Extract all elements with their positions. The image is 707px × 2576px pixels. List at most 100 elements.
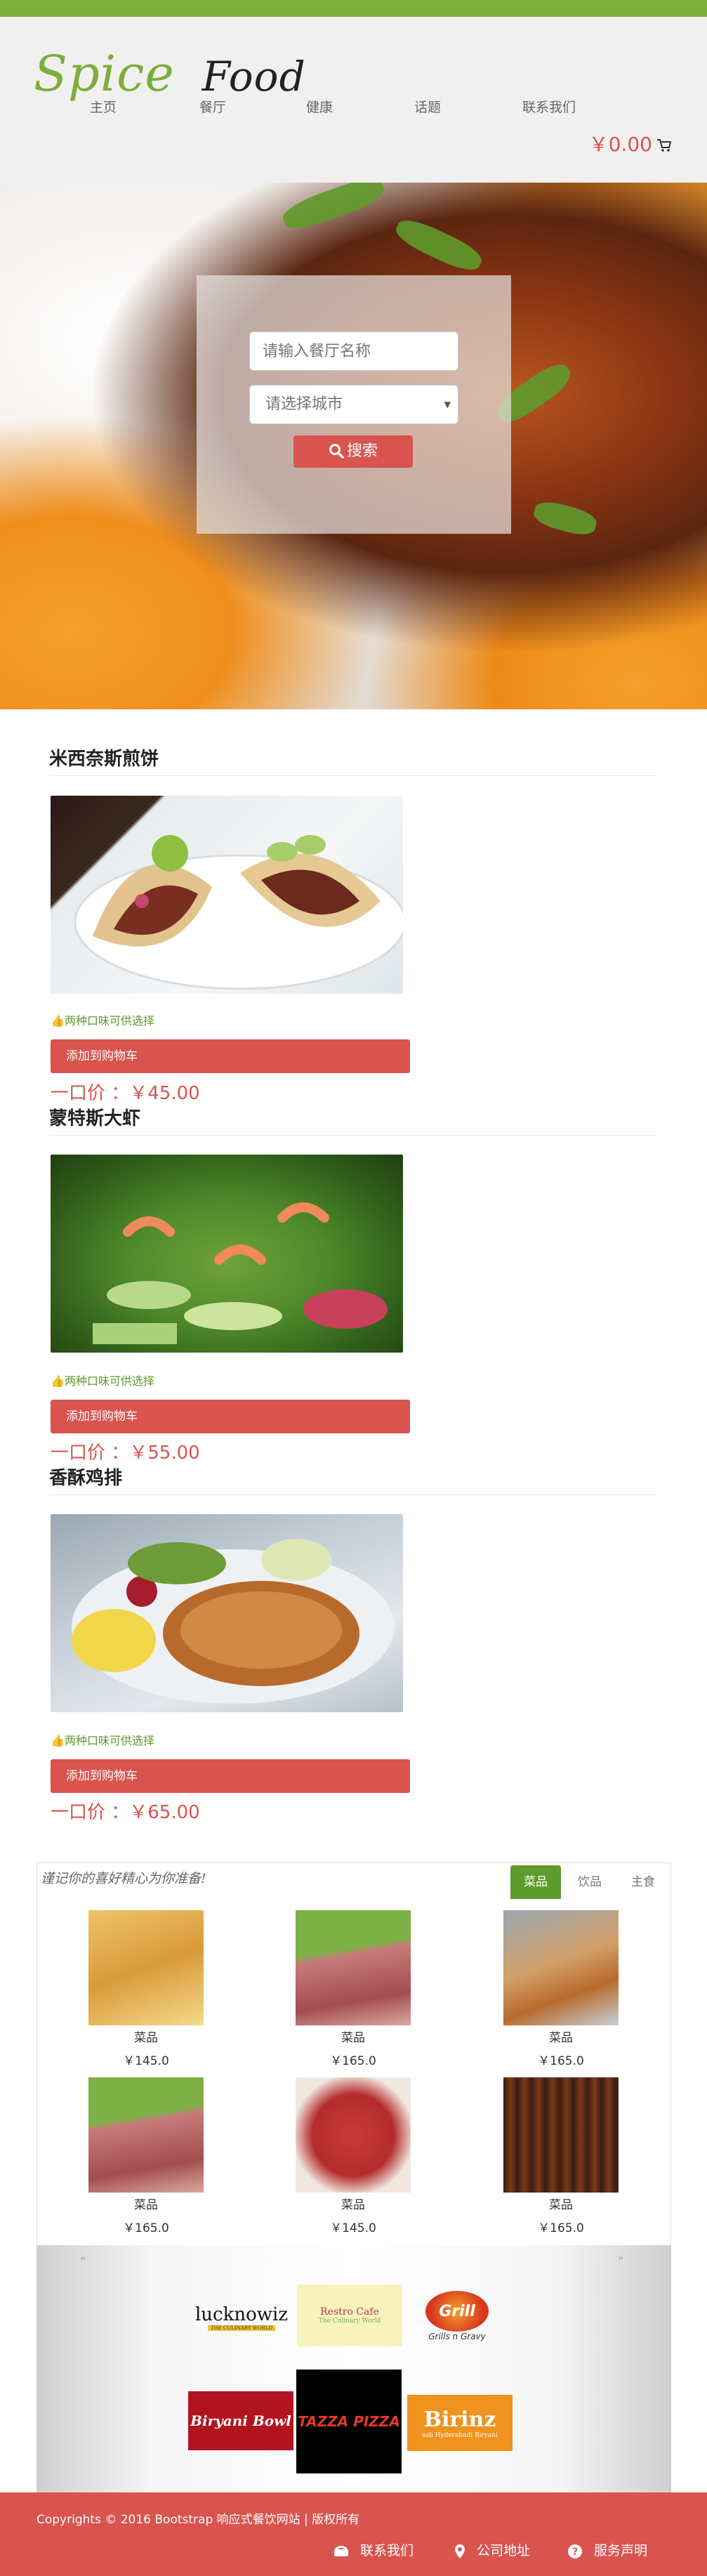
cart-summary[interactable]: ￥0.00 (589, 129, 672, 157)
logo-word-spice: Spice (34, 45, 175, 103)
tacos-illustration (74, 835, 403, 990)
menu-item-name: 菜品 (549, 2198, 573, 2212)
dish-image-chicken (51, 1514, 403, 1712)
dish-title: 蒙特斯大虾 (49, 1108, 141, 1129)
location-pin-icon (455, 2544, 465, 2558)
partner-logo-lucknowiz[interactable]: lucknowiz THE CULINARY WORLD (188, 2296, 295, 2339)
partner-logo-restro-cafe[interactable]: Restro Cafe The Culinary World (297, 2285, 402, 2346)
city-select-value: 请选择城市 (265, 395, 343, 413)
nav-health[interactable]: 健康 (306, 97, 333, 116)
nav-contact[interactable]: 联系我们 (522, 97, 576, 116)
partner-tagline: The Culinary World (318, 2318, 381, 2325)
divider (49, 1135, 657, 1136)
tab-drinks[interactable]: 饮品 (564, 1865, 615, 1899)
logo-word-food: Food (201, 53, 306, 100)
menu-item-name: 菜品 (341, 2031, 365, 2045)
dish-title: 香酥鸡排 (49, 1468, 123, 1489)
menu-item-image[interactable] (88, 2077, 204, 2193)
dish-title: 米西奈斯煎饼 (49, 749, 159, 770)
add-to-cart-button[interactable]: 添加到购物车 (51, 1039, 410, 1073)
menu-item-price: ￥145.0 (330, 2221, 376, 2235)
add-to-cart-button[interactable]: 添加到购物车 (51, 1759, 410, 1793)
tab-staples[interactable]: 主食 (618, 1865, 668, 1899)
footer-contact-link[interactable]: 联系我们 (333, 2540, 414, 2559)
chicken-illustration (72, 1539, 395, 1704)
cart-amount: ￥0.00 (588, 133, 652, 156)
partner-logo-grill[interactable]: Grill Grills n Gravy (409, 2281, 505, 2351)
add-to-cart-button[interactable]: 添加到购物车 (51, 1400, 410, 1433)
cart-icon (657, 139, 672, 152)
partner-name: lucknowiz (194, 2304, 289, 2325)
hero-garnish (392, 213, 486, 277)
city-select[interactable]: 请选择城市 ▼ (249, 385, 458, 424)
menu-item-image[interactable] (88, 1910, 204, 2025)
partner-name: Biryani Bowl (190, 2412, 291, 2429)
dish-price: 一口价 ：￥55.00 (51, 1443, 200, 1464)
site-header: Spice Food 主页 餐厅 健康 话题 联系我们 ￥0.00 (0, 17, 707, 183)
hero-garnish (531, 497, 600, 539)
dish-note: 👍两种口味可供选择 (51, 1731, 154, 1748)
menu-item-price: ￥165.0 (538, 2221, 584, 2235)
dish-note-text: 两种口味可供选择 (64, 1734, 154, 1747)
menu-item-name: 菜品 (134, 2031, 158, 2045)
thumbs-up-icon: 👍 (51, 1014, 65, 1027)
phone-icon (334, 2545, 348, 2556)
menu-item-name: 菜品 (341, 2198, 365, 2212)
nav-topics[interactable]: 话题 (414, 97, 441, 116)
tab-dishes[interactable]: 菜品 (510, 1865, 561, 1899)
partner-logo-biryani-bowl[interactable]: Biryani Bowl (188, 2391, 293, 2450)
partner-logo-tazza-pizza[interactable]: TAZZA PIZZA (296, 2370, 402, 2473)
quote-open-icon: “ (80, 2254, 86, 2268)
dish-price: 一口价 ：￥65.00 (51, 1802, 200, 1823)
dish-price: 一口价 ：￥45.00 (51, 1083, 200, 1104)
footer-terms-link[interactable]: ? 服务声明 (567, 2540, 647, 2559)
hero-garnish (279, 183, 388, 235)
dish-note: 👍两种口味可供选择 (51, 1011, 154, 1028)
search-button[interactable]: 搜索 (293, 435, 413, 468)
menu-item-image[interactable] (296, 1910, 411, 2025)
nav-home[interactable]: 主页 (90, 97, 117, 116)
footer-link-label: 公司地址 (477, 2543, 531, 2558)
top-accent-bar (0, 0, 707, 17)
footer-link-label: 服务声明 (594, 2543, 648, 2558)
menu-item-image[interactable] (503, 1910, 619, 2025)
partner-name: TAZZA PIZZA (298, 2413, 400, 2430)
menu-item-price: ￥165.0 (123, 2221, 169, 2235)
thumbs-up-icon: 👍 (51, 1734, 65, 1747)
shrimp-salad-illustration (93, 1202, 388, 1344)
partner-tagline: Grills n Gravy (428, 2332, 486, 2341)
menu-item-price: ￥165.0 (330, 2054, 376, 2068)
menu-item-image[interactable] (296, 2077, 411, 2193)
partner-name: Restro Cafe (320, 2306, 379, 2318)
dish-note-text: 两种口味可供选择 (64, 1014, 154, 1027)
search-button-label: 搜索 (346, 442, 378, 460)
svg-text:?: ? (572, 2547, 578, 2558)
partner-name: Grill (425, 2291, 489, 2332)
site-footer: Copyrights © 2016 Bootstrap 响应式餐饮网站 | 版权… (0, 2492, 707, 2576)
partner-logo-birinz[interactable]: Birinz asli Hyderabadi Biryani (407, 2395, 513, 2451)
menu-item-name: 菜品 (549, 2031, 573, 2045)
dish-image-tacos (51, 796, 403, 994)
menu-item-price: ￥165.0 (538, 2054, 584, 2068)
menu-item-image[interactable] (503, 2077, 619, 2193)
thumbs-up-icon: 👍 (51, 1374, 65, 1388)
menu-item-name: 菜品 (134, 2198, 158, 2212)
copyright-text: Copyrights © 2016 Bootstrap 响应式餐饮网站 | 版权… (37, 2513, 360, 2527)
partner-tagline: THE CULINARY WORLD (207, 2325, 276, 2331)
dish-note: 👍两种口味可供选择 (51, 1372, 154, 1388)
footer-address-link[interactable]: 公司地址 (454, 2540, 530, 2559)
question-circle-icon: ? (568, 2544, 582, 2558)
partner-name: Birinz (423, 2407, 496, 2432)
divider (49, 775, 657, 776)
restaurant-search-input[interactable] (249, 331, 458, 371)
site-logo[interactable]: Spice Food (34, 45, 306, 103)
footer-link-label: 联系我们 (360, 2543, 414, 2558)
menu-item-price: ￥145.0 (123, 2054, 169, 2068)
dish-note-text: 两种口味可供选择 (64, 1374, 154, 1388)
main-nav: 主页 餐厅 健康 话题 联系我们 (0, 97, 707, 118)
nav-restaurants[interactable]: 餐厅 (199, 97, 226, 116)
dish-image-shrimp-salad (51, 1155, 403, 1353)
chevron-down-icon: ▼ (444, 400, 451, 409)
divider (49, 1494, 657, 1495)
quote-close-icon: ” (618, 2254, 624, 2268)
